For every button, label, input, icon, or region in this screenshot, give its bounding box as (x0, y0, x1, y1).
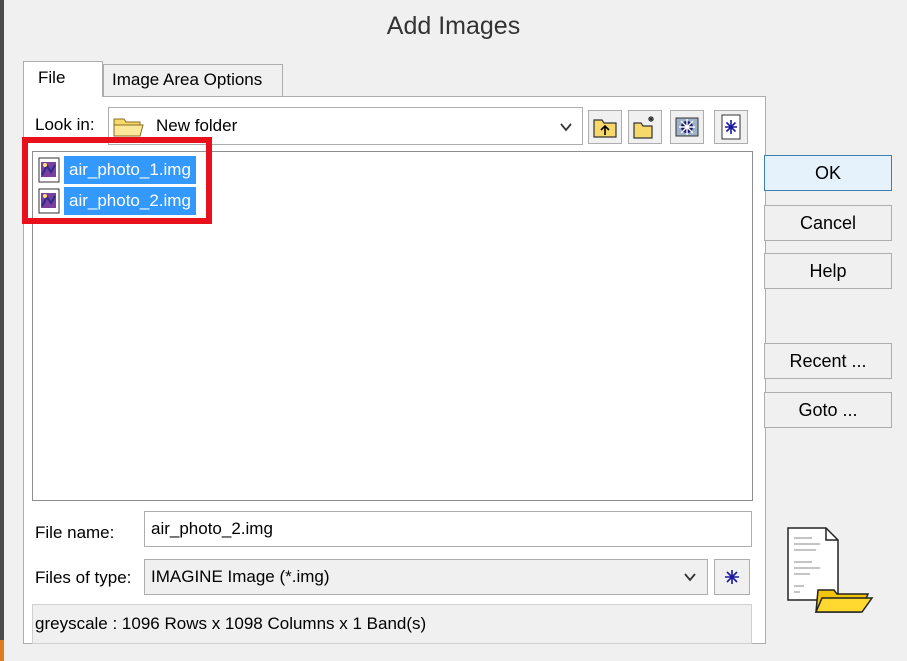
tab-file[interactable]: File (23, 61, 103, 97)
chevron-down-icon (560, 123, 572, 132)
new-folder-button[interactable] (628, 110, 662, 144)
goto-button[interactable]: Goto ... (764, 392, 892, 428)
taskbar-edge (0, 640, 4, 661)
open-document-icon (787, 527, 874, 613)
look-in-label: Look in: (35, 115, 95, 134)
gear-icon (675, 117, 699, 137)
window-edge (0, 0, 4, 661)
file-type-value: IMAGINE Image (*.img) (151, 567, 330, 586)
filter-button[interactable] (714, 110, 748, 144)
up-folder-icon (593, 119, 617, 138)
file-name-input[interactable]: air_photo_2.img (144, 511, 752, 547)
dialog-title: Add Images (386, 12, 521, 40)
annotation-highlight-box (22, 137, 212, 224)
file-type-filter-button[interactable] (714, 559, 750, 595)
asterisk-icon (725, 570, 739, 584)
folder-icon (113, 118, 144, 137)
file-type-dropdown[interactable]: IMAGINE Image (*.img) (144, 559, 708, 595)
status-bar: greyscale : 1096 Rows x 1098 Columns x 1… (32, 604, 752, 644)
recent-button[interactable]: Recent ... (764, 343, 892, 379)
tab-image-area-options[interactable]: Image Area Options (103, 64, 283, 97)
file-name-label: File name: (35, 523, 115, 542)
up-folder-button[interactable] (588, 110, 622, 144)
new-folder-icon (633, 116, 654, 139)
ok-button[interactable]: OK (764, 155, 892, 191)
settings-button[interactable] (670, 110, 704, 144)
chevron-down-icon (684, 573, 696, 582)
file-type-label: Files of type: (35, 568, 132, 587)
look-in-value: New folder (156, 116, 238, 135)
help-button[interactable]: Help (764, 253, 892, 289)
cancel-button[interactable]: Cancel (764, 205, 892, 241)
asterisk-icon (721, 114, 741, 140)
